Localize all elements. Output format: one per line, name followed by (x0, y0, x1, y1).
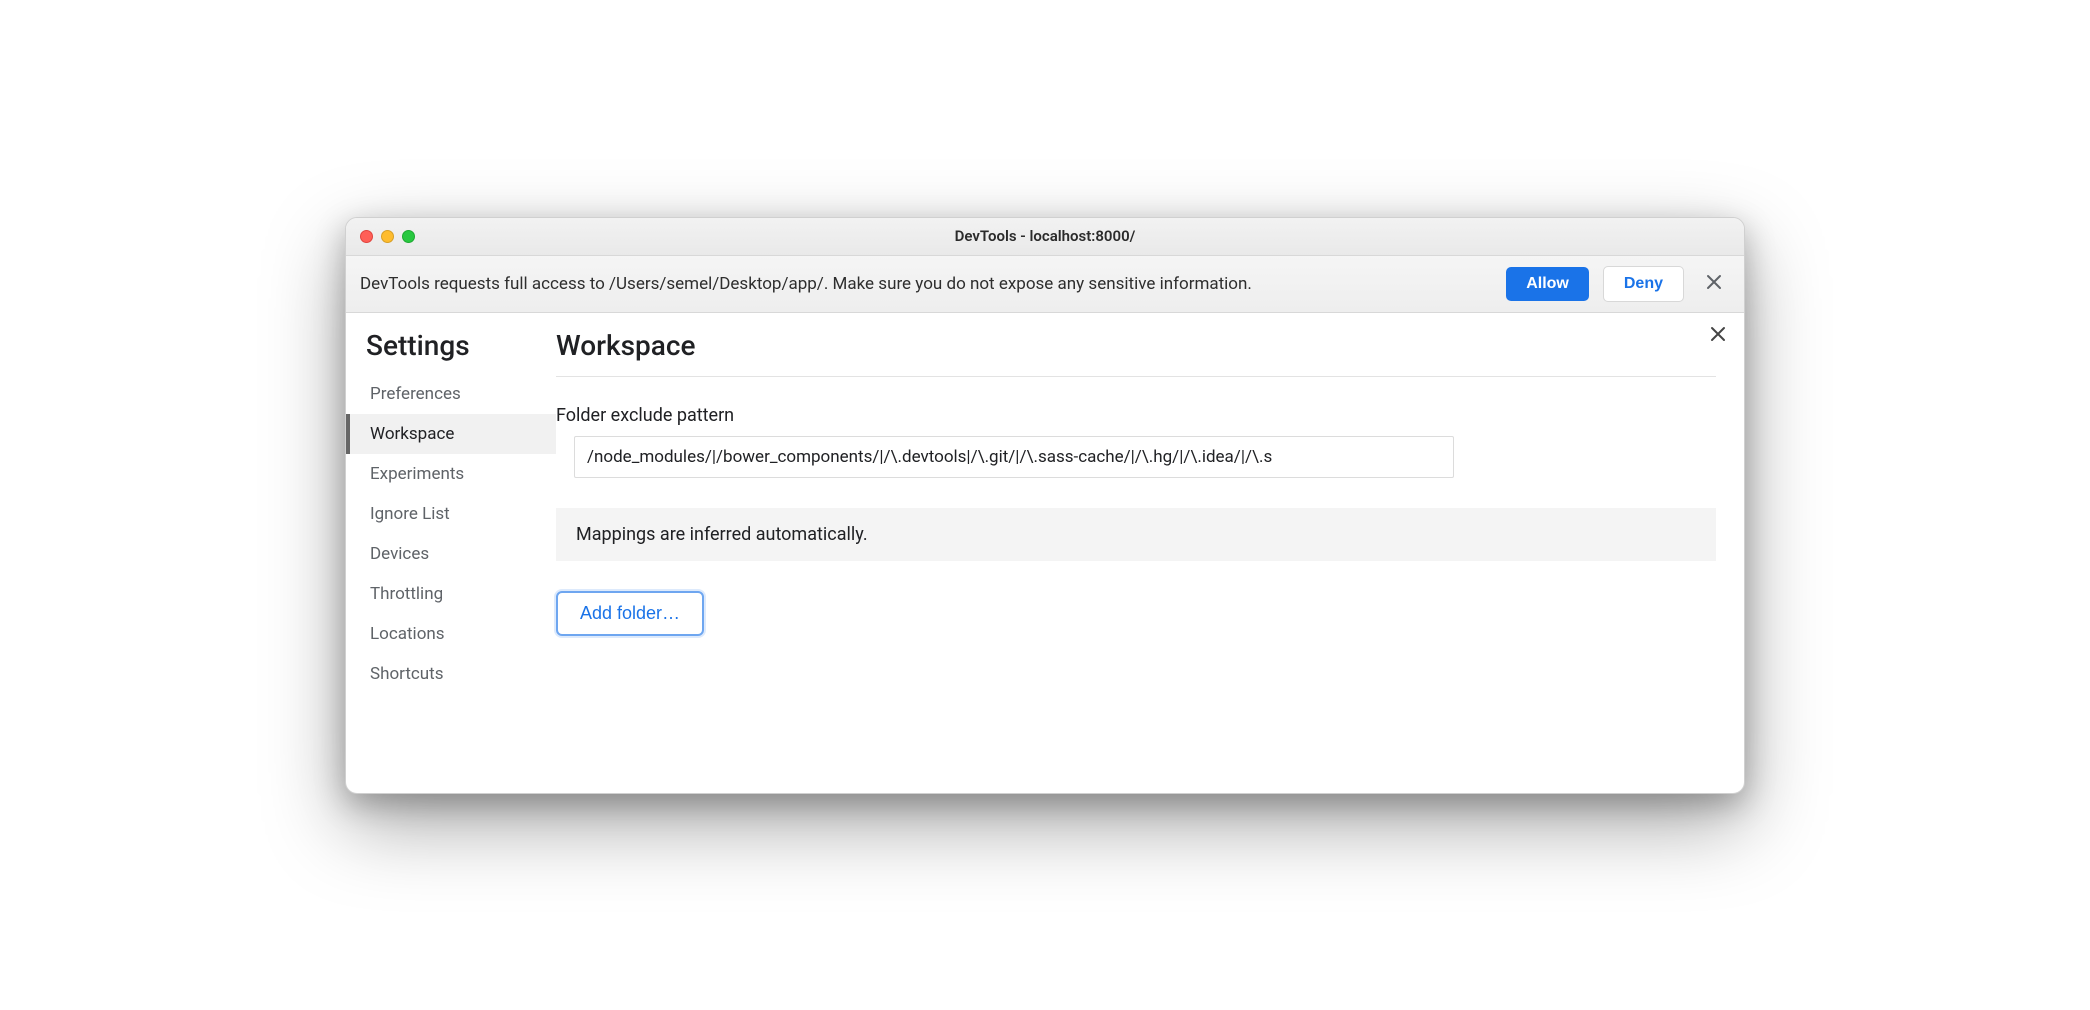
exclude-pattern-input[interactable] (574, 436, 1454, 478)
sidebar-item-devices[interactable]: Devices (346, 534, 556, 574)
page-title: Workspace (556, 329, 1716, 377)
settings-heading: Settings (346, 329, 556, 374)
window-minimize-button[interactable] (381, 230, 394, 243)
close-icon (1706, 274, 1722, 290)
window-zoom-button[interactable] (402, 230, 415, 243)
permission-message: DevTools requests full access to /Users/… (360, 274, 1492, 294)
sidebar-item-workspace[interactable]: Workspace (346, 414, 556, 454)
window-close-button[interactable] (360, 230, 373, 243)
sidebar-item-ignore-list[interactable]: Ignore List (346, 494, 556, 534)
mappings-info-banner: Mappings are inferred automatically. (556, 508, 1716, 561)
exclude-pattern-label: Folder exclude pattern (556, 405, 1716, 426)
window-title: DevTools - localhost:8000/ (346, 227, 1744, 245)
settings-main: Workspace Folder exclude pattern Mapping… (556, 313, 1744, 783)
permission-infobar: DevTools requests full access to /Users/… (346, 256, 1744, 313)
sidebar-item-experiments[interactable]: Experiments (346, 454, 556, 494)
titlebar: DevTools - localhost:8000/ (346, 218, 1744, 256)
settings-close-icon[interactable] (1710, 325, 1726, 347)
traffic-lights (346, 230, 415, 243)
sidebar-item-shortcuts[interactable]: Shortcuts (346, 654, 556, 694)
deny-button[interactable]: Deny (1603, 266, 1684, 302)
settings-sidebar: Settings Preferences Workspace Experimen… (346, 313, 556, 783)
settings-content: Settings Preferences Workspace Experimen… (346, 313, 1744, 793)
allow-button[interactable]: Allow (1506, 267, 1589, 301)
infobar-close-icon[interactable] (1698, 273, 1730, 295)
sidebar-item-preferences[interactable]: Preferences (346, 374, 556, 414)
sidebar-item-throttling[interactable]: Throttling (346, 574, 556, 614)
add-folder-button[interactable]: Add folder… (556, 591, 704, 636)
sidebar-item-locations[interactable]: Locations (346, 614, 556, 654)
close-icon (1710, 326, 1726, 342)
app-window: DevTools - localhost:8000/ DevTools requ… (345, 217, 1745, 794)
